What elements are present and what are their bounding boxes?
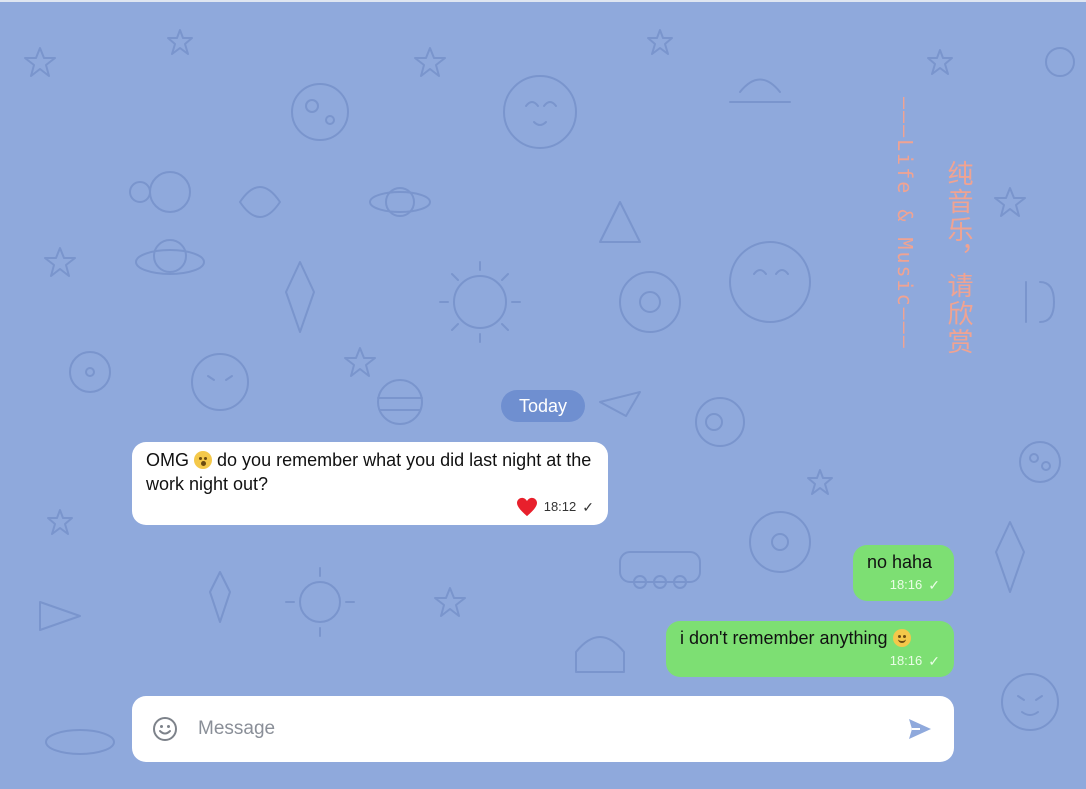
message-composer bbox=[132, 696, 954, 762]
send-icon[interactable] bbox=[906, 715, 934, 743]
message-text: no haha bbox=[867, 552, 933, 572]
message-input[interactable] bbox=[198, 718, 906, 740]
read-check-icon: ✓ bbox=[582, 499, 594, 515]
message-text-part: i don't remember anything bbox=[680, 628, 888, 648]
emoji-picker-icon[interactable] bbox=[152, 716, 178, 742]
read-check-icon: ✓ bbox=[928, 653, 940, 669]
read-check-icon: ✓ bbox=[928, 577, 940, 593]
grinning-face-emoji-icon bbox=[892, 629, 911, 647]
overlay-chinese-text: 纯音乐，请欣赏 bbox=[943, 160, 973, 356]
chat-background: ———Life & Music——— 纯音乐，请欣赏 Today OMG do … bbox=[0, 0, 1086, 789]
incoming-message-bubble[interactable]: OMG do you remember what you did last ni… bbox=[132, 442, 608, 525]
message-meta: 18:16 ✓ bbox=[890, 653, 940, 669]
message-text: OMG do you remember what you did last ni… bbox=[146, 448, 594, 496]
message-time: 18:16 bbox=[889, 653, 923, 668]
message-text-part: do you remember what you did last night … bbox=[146, 450, 592, 494]
message-text-part: OMG bbox=[146, 450, 189, 470]
heart-reaction-icon[interactable] bbox=[516, 497, 538, 517]
message-time: 18:12 bbox=[543, 499, 577, 514]
date-separator: Today bbox=[501, 390, 585, 422]
message-meta: 18:12 ✓ bbox=[516, 497, 594, 517]
message-text: i don't remember anything bbox=[680, 626, 940, 650]
message-meta: 18:16 ✓ bbox=[890, 577, 940, 593]
outgoing-message-bubble[interactable]: i don't remember anything 18:16 ✓ bbox=[666, 621, 954, 677]
astonished-face-emoji-icon bbox=[194, 451, 213, 469]
outgoing-message-bubble[interactable]: no haha 18:16 ✓ bbox=[853, 545, 954, 601]
message-time: 18:16 bbox=[889, 577, 923, 592]
overlay-life-music-text: ———Life & Music——— bbox=[893, 97, 917, 350]
